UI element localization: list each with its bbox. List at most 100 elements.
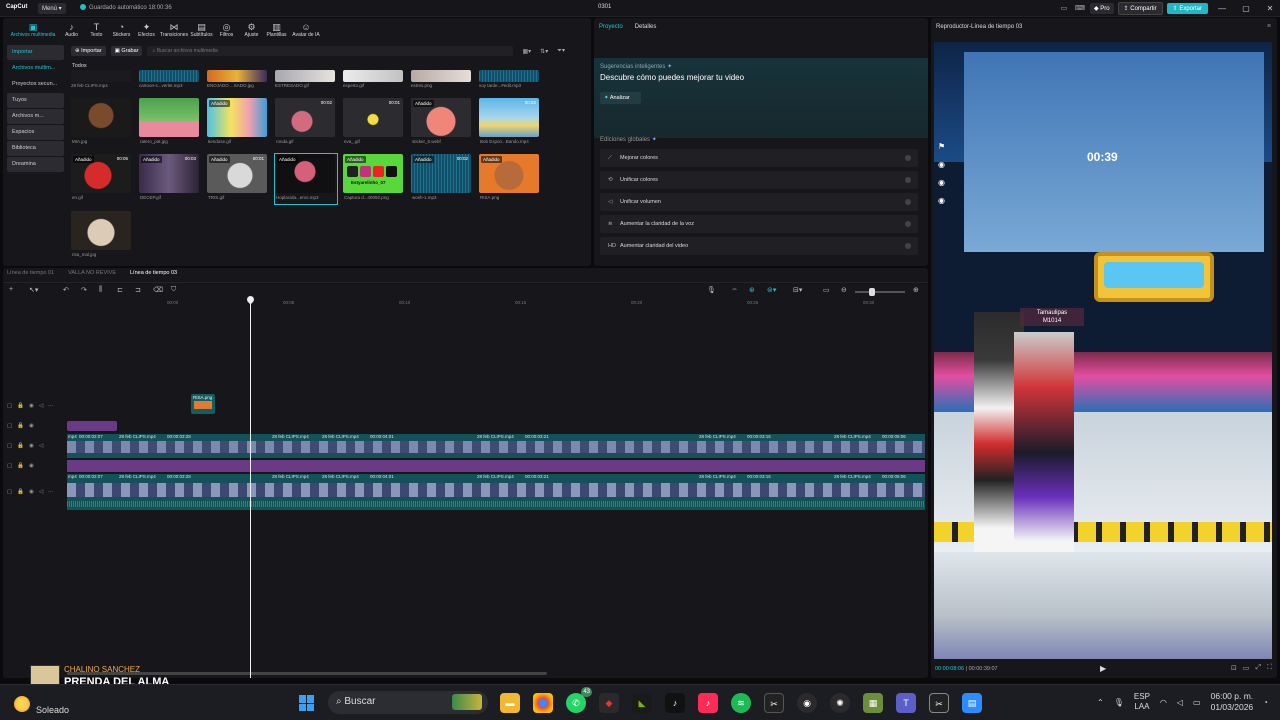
capcut-task-icon[interactable]: ✂ xyxy=(764,693,784,713)
media-item[interactable]: MIA.jpg xyxy=(71,98,133,148)
split-left-icon[interactable]: ⊏ xyxy=(117,286,123,294)
media-item[interactable]: Añadido tiendose.gif xyxy=(207,98,269,148)
media-item[interactable]: 00:02 ronda.gif xyxy=(275,98,337,148)
tray-chevron-icon[interactable]: ⌃ xyxy=(1097,698,1104,707)
record-button[interactable]: ▣ Grabar xyxy=(110,46,143,56)
play-button[interactable]: ▶ xyxy=(1100,664,1106,673)
magnet-icon[interactable]: ⊛ xyxy=(749,286,755,294)
undo-icon[interactable]: ↶ xyxy=(63,286,69,294)
global-edit-unify-colors[interactable]: ⟲ Unificar colores xyxy=(600,171,918,189)
wifi-icon[interactable]: ◠ xyxy=(1160,698,1167,707)
marker-icon[interactable]: ⛉ xyxy=(171,286,176,294)
global-edit-video-clarity[interactable]: HD Aumentar claridad del video xyxy=(600,237,918,255)
crop-icon[interactable]: ⊡ xyxy=(1231,664,1237,672)
redo-icon[interactable]: ↷ xyxy=(81,286,87,294)
taskbar-search[interactable]: ⌕ Buscar xyxy=(328,691,488,714)
media-item[interactable]: Añadido RISA.png xyxy=(479,154,541,204)
lock-icon[interactable]: 🔒 xyxy=(17,443,24,449)
player-video[interactable]: Tamaulipas M1014 00:39 ⚑ ◉ ◉ ◉ xyxy=(934,42,1272,659)
track-hide-icon[interactable]: ▢ xyxy=(7,463,12,469)
audio-icon[interactable]: ◁ xyxy=(39,403,43,409)
nvidia-icon[interactable]: ◣ xyxy=(632,693,652,713)
chatgpt-icon[interactable]: ✺ xyxy=(830,693,850,713)
tool-subtitles[interactable]: ▤ Subtítulos xyxy=(189,18,214,42)
sticker-clip[interactable]: RISA.png xyxy=(191,394,215,414)
split-right-icon[interactable]: ⊐ xyxy=(135,286,141,294)
tool-media[interactable]: ▣ Archivos multimedia xyxy=(7,18,59,42)
eye-icon[interactable]: ◉ xyxy=(29,463,34,469)
tiktok-studio-icon[interactable]: ♪ xyxy=(698,693,718,713)
add-track-icon[interactable]: + xyxy=(9,286,13,293)
zoom-in-icon[interactable]: ⊕ xyxy=(913,286,919,294)
windows-start-icon[interactable] xyxy=(299,695,315,711)
media-item[interactable]: Añadido 00:01 TRIS.gif xyxy=(207,154,269,204)
track-hide-icon[interactable]: ▢ xyxy=(7,489,12,495)
tool-text[interactable]: T Texto xyxy=(84,18,109,42)
toggle-indicator[interactable] xyxy=(905,199,911,205)
text-clip[interactable] xyxy=(67,421,117,431)
media-item[interactable]: Añadido 00:05 en.gif xyxy=(71,154,133,204)
share-button[interactable]: ⇪ Compartir xyxy=(1117,2,1163,15)
media-item[interactable]: ESTRESADO.gif xyxy=(275,70,335,88)
media-item[interactable]: 00:01 eva_.gif xyxy=(343,98,405,148)
media-item-selected[interactable]: Añadido Hoplacida...emo.mp3 xyxy=(274,153,338,205)
media-item[interactable]: Añadido sticker_5.webf xyxy=(411,98,473,148)
more-icon[interactable]: ⋯ xyxy=(48,489,54,495)
timeline-tab-03[interactable]: Línea de tiempo 03 xyxy=(130,270,177,276)
media-item[interactable]: Añadido 00:03 DECEP.gif xyxy=(139,154,201,204)
app-red-icon[interactable]: ◆ xyxy=(599,693,619,713)
tool-effects[interactable]: ✦ Efectos xyxy=(134,18,159,42)
main-video-track[interactable]: mp4 00:00:02:07 28 feb CLIPS.mp4 00:00:0… xyxy=(67,474,925,510)
volume-icon[interactable]: ◁ xyxy=(1177,698,1183,707)
global-edit-unify-volume[interactable]: ◁ Unificar volumen xyxy=(600,193,918,211)
media-item[interactable]: risa_mal.jpg xyxy=(71,211,133,261)
effect-track[interactable] xyxy=(67,460,925,472)
language-indicator[interactable]: ESP LAA xyxy=(1134,692,1150,712)
mic-tray-icon[interactable]: 🎙 xyxy=(1114,698,1124,707)
tiktok-icon[interactable]: ♪ xyxy=(665,693,685,713)
caption-icon[interactable]: ▭ xyxy=(823,286,830,294)
minecraft-icon[interactable]: ▦ xyxy=(863,693,883,713)
video-track-1[interactable]: mp4 00:00:02:07 28 feb CLIPS.mp4 00:00:0… xyxy=(67,434,925,458)
media-item[interactable]: 28 feb CLIPS.mp4 xyxy=(71,70,131,88)
media-item[interactable]: estres.png xyxy=(411,70,471,88)
media-item[interactable]: 00:50 Bob Espon...Bando.mp4 xyxy=(479,98,541,148)
lock-icon[interactable]: 🔒 xyxy=(17,423,24,429)
delete-icon[interactable]: ⌫ xyxy=(153,286,163,294)
recorder-icon[interactable]: ◉ xyxy=(797,693,817,713)
sidebar-item-archives[interactable]: Archivos m... xyxy=(7,109,64,124)
sidebar-item-yours[interactable]: Tuyos xyxy=(7,93,64,108)
media-item[interactable]: cartoon-s...verlet.mp3 xyxy=(139,70,199,88)
filter-icon[interactable]: ⏷▾ xyxy=(557,47,565,55)
shortcut-icon[interactable]: ⌨ xyxy=(1074,3,1086,14)
toggle-indicator[interactable] xyxy=(905,177,911,183)
eye-icon[interactable]: ◉ xyxy=(29,423,34,429)
tab-details[interactable]: Detalles xyxy=(635,24,657,32)
maximize-icon[interactable]: ▢ xyxy=(1236,4,1256,13)
tool-stickers[interactable]: ◔ Stickers xyxy=(109,18,134,42)
global-edit-enhance-colors[interactable]: ⟋ Mejorar colores xyxy=(600,149,918,167)
timeline-tab-01[interactable]: Línea de tiempo 01 xyxy=(7,270,54,276)
tool-templates[interactable]: ▥ Plantillas xyxy=(264,18,289,42)
analyze-button[interactable]: ✦ Analizar xyxy=(600,92,641,104)
player-menu-icon[interactable]: ≡ xyxy=(1267,23,1271,30)
zoom-out-icon[interactable]: ⊖ xyxy=(841,286,847,294)
lock-icon[interactable]: 🔒 xyxy=(17,489,24,495)
snap-icon[interactable]: ⊜▾ xyxy=(767,286,776,294)
teams-icon[interactable]: T xyxy=(896,693,916,713)
preview-axis-icon[interactable]: ⊟▾ xyxy=(793,286,802,294)
tool-transitions[interactable]: ⋈ Transiciones xyxy=(159,18,189,42)
export-button[interactable]: ⇧ Exportar xyxy=(1166,3,1208,14)
tab-project[interactable]: Proyecto xyxy=(599,24,623,32)
media-item[interactable]: ENOJADO ...SADO.jpg xyxy=(207,70,267,88)
project-name[interactable]: 0301 xyxy=(598,4,611,10)
media-item[interactable]: voy tarde...#edit.mp3 xyxy=(479,70,539,88)
close-icon[interactable]: ✕ xyxy=(1260,4,1280,13)
global-edit-voice-clarity[interactable]: ≋ Aumentar la claridad de la voz xyxy=(600,215,918,233)
sort-icon[interactable]: ⇅▾ xyxy=(540,48,548,55)
eye-icon[interactable]: ◉ xyxy=(29,489,34,495)
link-icon[interactable]: ⇔ xyxy=(731,286,738,293)
sidebar-item-dreamina[interactable]: Dreamina xyxy=(7,157,64,172)
track-hide-icon[interactable]: ▢ xyxy=(7,403,12,409)
sidebar-item-subprojects[interactable]: Proyectos secun... xyxy=(7,77,64,92)
